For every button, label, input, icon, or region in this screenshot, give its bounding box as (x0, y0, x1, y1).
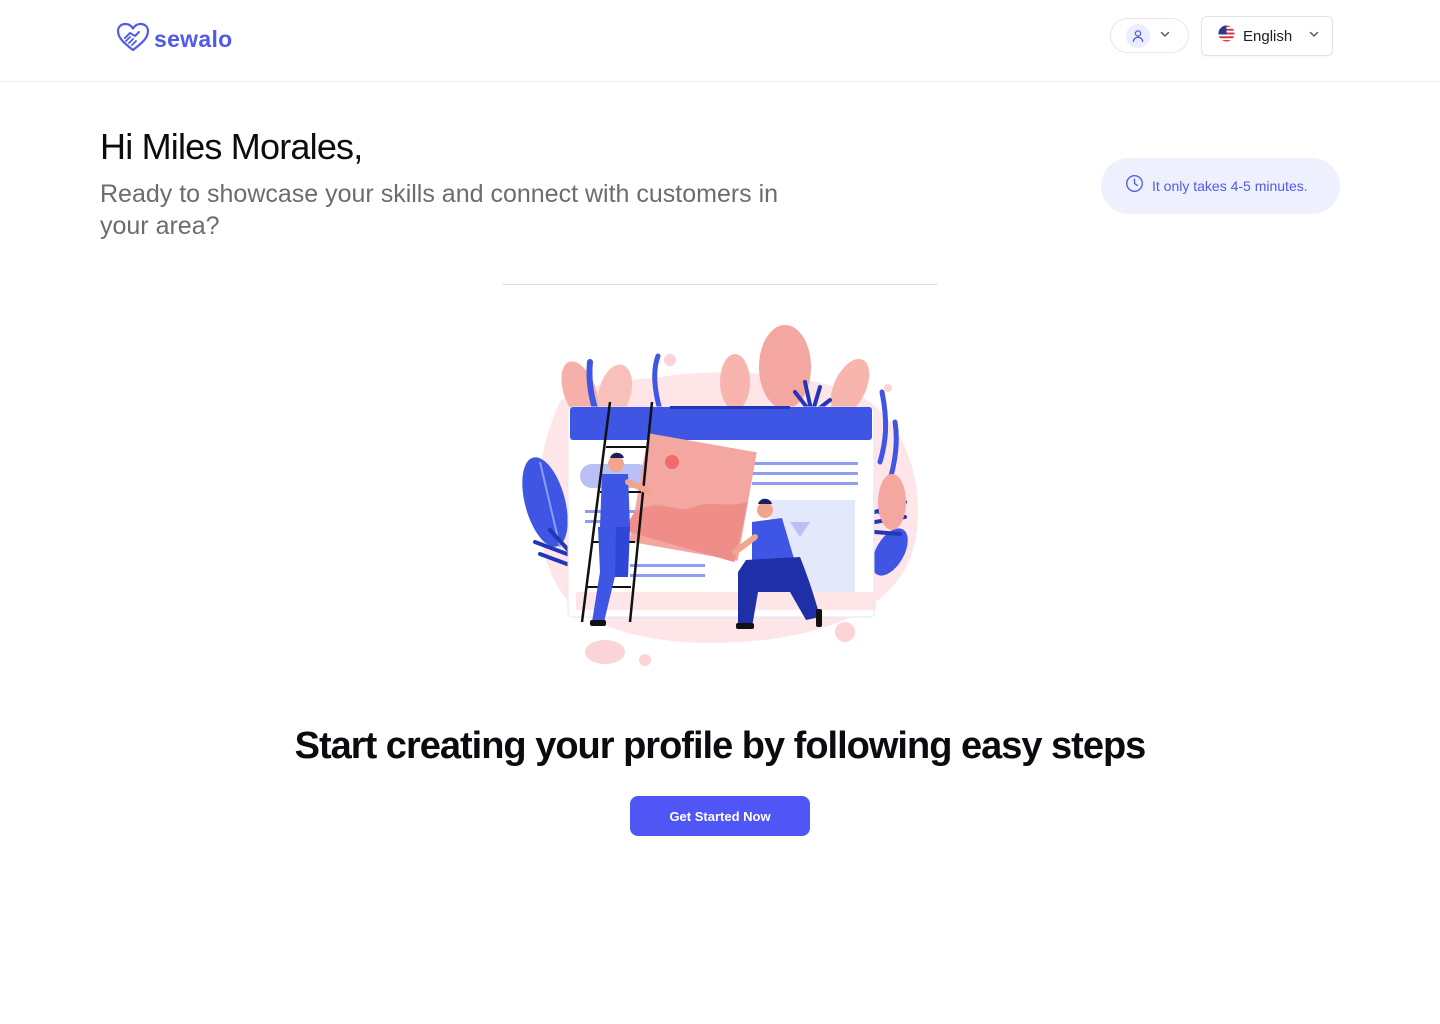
language-selector[interactable]: English (1201, 16, 1333, 56)
profile-building-illustration (520, 322, 920, 692)
sewalo-logo[interactable]: sewalo (116, 22, 233, 57)
chevron-down-icon (1159, 27, 1171, 45)
top-header: sewalo English (0, 0, 1440, 82)
section-divider (502, 284, 938, 285)
time-estimate-text: It only takes 4-5 minutes. (1152, 178, 1308, 194)
get-started-button[interactable]: Get Started Now (630, 796, 810, 836)
user-icon (1126, 23, 1150, 48)
main-headline: Start creating your profile by following… (294, 725, 1147, 767)
greeting-title: Hi Miles Morales, (100, 126, 363, 167)
user-menu-button[interactable] (1110, 18, 1189, 53)
chevron-down-icon (1308, 27, 1320, 45)
us-flag-icon (1218, 25, 1235, 47)
logo-text: sewalo (154, 26, 233, 52)
handshake-heart-icon (116, 22, 150, 57)
greeting-subtitle: Ready to showcase your skills and connec… (100, 180, 779, 240)
time-estimate-badge: It only takes 4-5 minutes. (1101, 158, 1340, 214)
clock-icon (1125, 174, 1144, 198)
language-label: English (1243, 27, 1293, 45)
